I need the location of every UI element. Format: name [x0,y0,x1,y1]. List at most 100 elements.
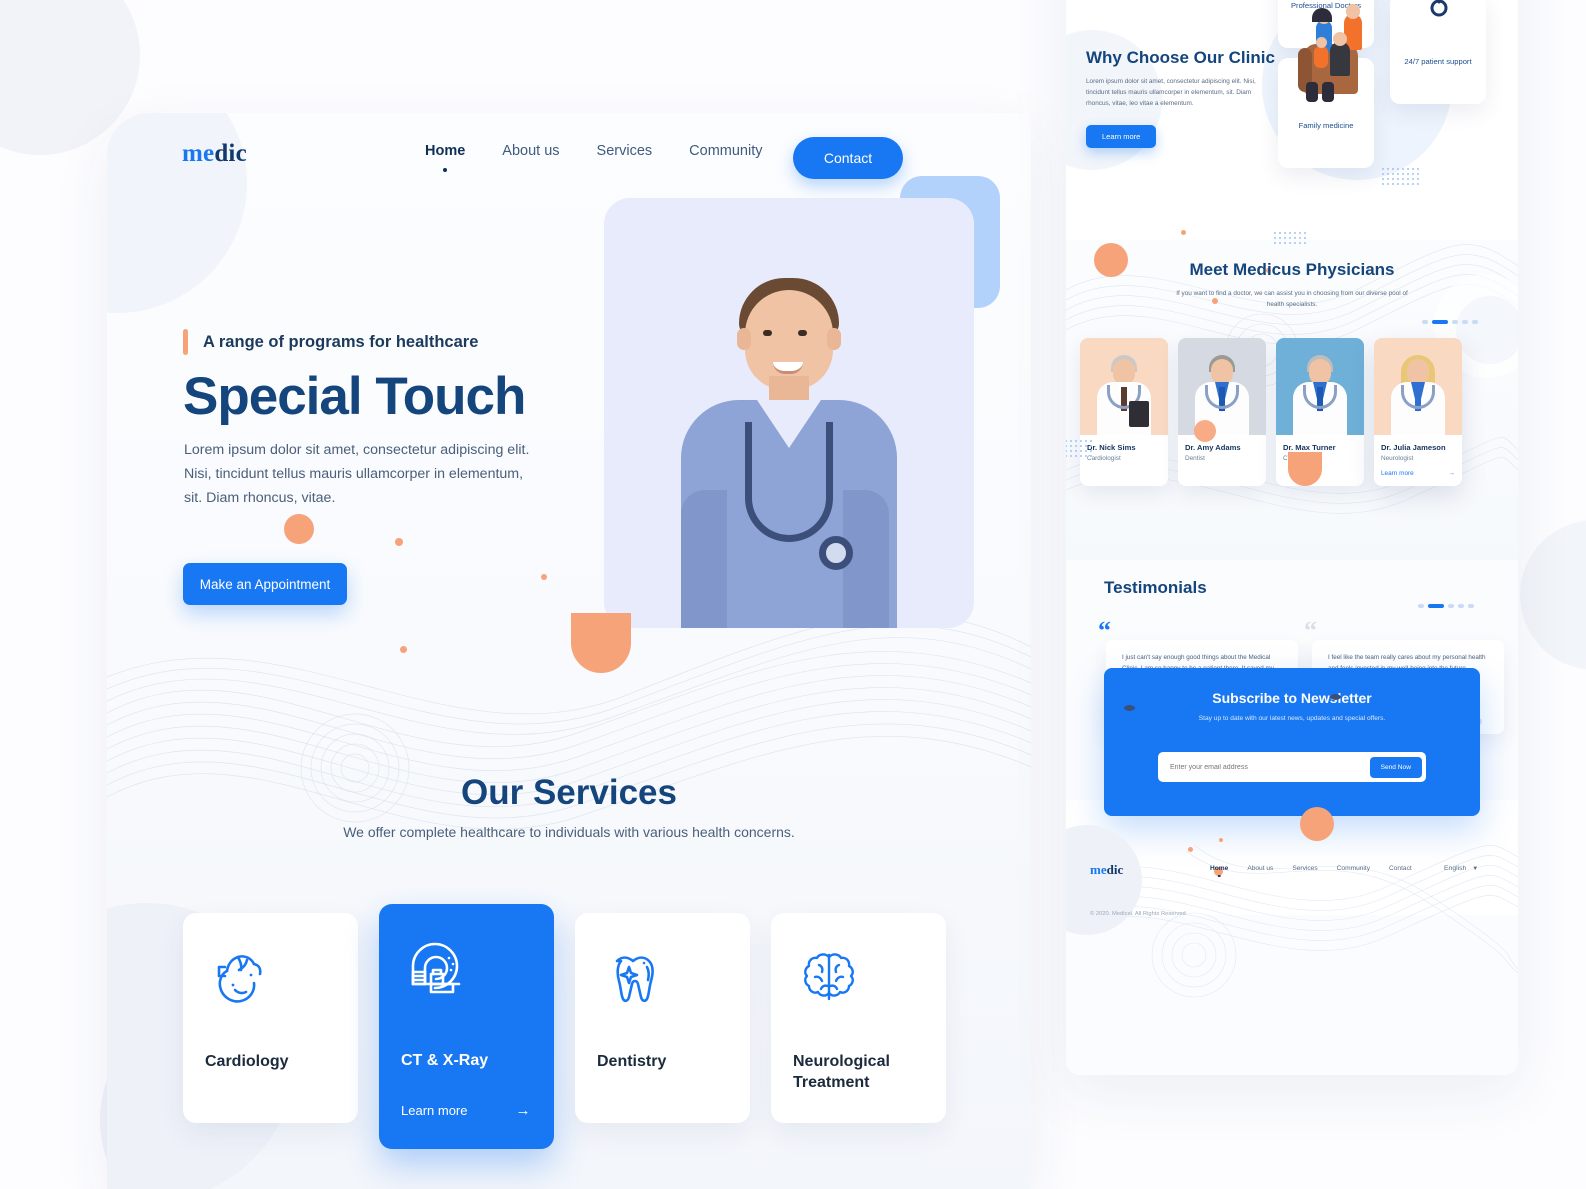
doctor-ear [737,328,751,350]
decor-dot [284,514,314,544]
decor-half-circle [1288,452,1322,486]
newsletter-subtitle: Stay up to date with our latest news, up… [1198,715,1386,722]
newsletter-title: Subscribe to Newsletter [1212,690,1372,706]
scrolled-page-panel: Why Choose Our Clinic Lorem ipsum dolor … [1066,0,1518,1075]
decor-half-circle [571,613,631,673]
doctor-eye [798,330,807,336]
newsletter-section: Subscribe to Newsletter Stay up to date … [1104,668,1480,816]
feature-label: 24/7 patient support [1404,57,1472,66]
stethoscope-24h-icon: 24 Hours [1410,0,1468,24]
feature-card-patient-support[interactable]: 24 Hours 24/7 patient support [1390,0,1486,104]
footer-link-home[interactable]: Home [1210,865,1228,872]
physician-role: Neurologist [1381,455,1414,462]
service-card-dentistry[interactable]: Dentistry [575,913,750,1123]
hero-description: Lorem ipsum dolor sit amet, consectetur … [184,442,530,506]
physicians-pagination[interactable] [1422,320,1478,324]
pagination-dot-active[interactable] [1432,320,1448,324]
landing-page-panel: medic Home About us Services Community C… [107,113,1031,1189]
nav-item-home[interactable]: Home [425,143,465,163]
arrow-right-icon: → [1448,470,1455,477]
dot-grid-decoration [1066,440,1092,457]
hero-eyebrow-text: A range of programs for healthcare [203,332,479,351]
pagination-dot[interactable] [1448,604,1454,608]
physician-name: Dr. Julia Jameson [1381,443,1446,452]
nav-item-services[interactable]: Services [597,143,653,163]
family-illustration [1286,4,1366,108]
physician-info: Dr. Amy Adams Dentist [1178,435,1266,471]
pagination-dot[interactable] [1418,604,1424,608]
physician-card-amy-adams[interactable]: Dr. Amy Adams Dentist [1178,338,1266,486]
dot-grid-decoration [1274,232,1306,244]
pagination-dot[interactable] [1462,320,1468,324]
dot-grid-decoration [1382,168,1419,185]
why-choose-description: Lorem ipsum dolor sit amet, consectetur … [1086,78,1256,107]
wave-decoration [1066,844,1518,998]
design-canvas: medic Home About us Services Community C… [0,0,1586,1189]
footer-nav-links: Home About us Services Community Contact [1210,865,1412,872]
decor-dot [1219,838,1223,842]
tooth-icon [597,941,669,1013]
decor-dot [1194,420,1216,442]
physicians-section: Meet Medicus Physicians If you want to f… [1066,230,1518,580]
make-appointment-button[interactable]: Make an Appointment [183,563,347,605]
footer-link-services[interactable]: Services [1292,865,1317,872]
footer-logo[interactable]: medic [1090,862,1123,878]
physician-photo [1178,338,1266,435]
pagination-dot-active[interactable] [1428,604,1444,608]
physicians-card-row: Dr. Nick Sims Cardiologist Dr. Amy Adams [1080,338,1462,486]
physician-card-julia-jameson[interactable]: Dr. Julia Jameson Neurologist Learn more… [1374,338,1462,486]
language-selector[interactable]: English ▼ [1444,865,1478,872]
pagination-dot[interactable] [1468,604,1474,608]
email-input[interactable] [1170,763,1340,771]
pagination-dot[interactable] [1422,320,1428,324]
logo-part-2: dic [214,140,247,167]
physicians-subtitle: If you want to find a doctor, we can ass… [1176,290,1408,308]
feature-card-family-medicine[interactable]: Family medicine [1278,4,1374,168]
decor-dot [1188,847,1193,852]
physician-role: Cardiologist [1087,455,1121,462]
ct-scanner-icon [401,932,473,1004]
nav-item-community[interactable]: Community [689,143,762,163]
footer: medic Home About us Services Community C… [1066,807,1518,1075]
doctor-sleeve [681,490,727,628]
why-choose-section: Why Choose Our Clinic Lorem ipsum dolor … [1066,0,1518,240]
services-title: Our Services [461,773,677,812]
physician-learn-more-label: Learn more [1381,470,1414,477]
send-now-button[interactable]: Send Now [1369,756,1422,778]
contact-button[interactable]: Contact [793,137,903,179]
service-card-cardiology[interactable]: Cardiology [183,913,358,1123]
pagination-dot[interactable] [1472,320,1478,324]
hero-title: Special Touch [183,367,526,426]
decor-dot [541,574,547,580]
logo[interactable]: medic [182,140,247,168]
stethoscope-bell-icon [819,536,853,570]
footer-link-about-us[interactable]: About us [1247,865,1273,872]
physician-learn-more[interactable]: Learn more → [1381,470,1455,477]
testimonials-pagination[interactable] [1418,604,1474,608]
services-subtitle: We offer complete healthcare to individu… [343,824,795,840]
footer-link-community[interactable]: Community [1337,865,1370,872]
physician-avatar [1093,351,1155,435]
physician-photo [1374,338,1462,435]
decor-dot [400,646,407,653]
physician-name: Dr. Amy Adams [1185,443,1241,452]
hero-eyebrow: A range of programs for healthcare [183,329,478,355]
nav-item-about-us[interactable]: About us [502,143,559,163]
pagination-dot[interactable] [1452,320,1458,324]
newsletter-form: Send Now [1158,752,1426,782]
physician-card-nick-sims[interactable]: Dr. Nick Sims Cardiologist [1080,338,1168,486]
decor-dot [1300,807,1334,841]
service-learn-more[interactable]: Learn more → [401,1102,530,1119]
pagination-dot[interactable] [1458,604,1464,608]
heart-icon [205,941,277,1013]
hero-image-card [604,198,974,628]
arrow-right-icon: → [515,1102,531,1119]
doctor-head [745,290,833,390]
physician-role: Dentist [1185,455,1205,462]
footer-logo-part-2: dic [1106,862,1124,877]
service-card-ct-xray[interactable]: CT & X-Ray Learn more → [379,904,554,1149]
footer-link-contact[interactable]: Contact [1389,865,1412,872]
service-card-neurological-treatment[interactable]: Neurological Treatment [771,913,946,1123]
service-name: CT & X-Ray [401,1052,489,1069]
why-learn-more-button[interactable]: Learn more [1086,125,1157,148]
